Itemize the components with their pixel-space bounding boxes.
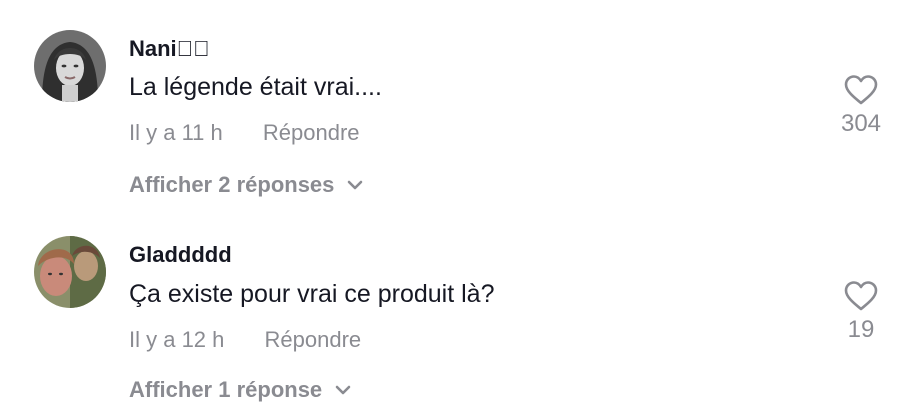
comment-time: Il y a 11 h bbox=[129, 120, 223, 145]
username[interactable]: Gladdddd bbox=[129, 242, 232, 268]
comment-text: Ça existe pour vrai ce produit là? bbox=[129, 280, 495, 308]
reply-button[interactable]: Répondre bbox=[263, 120, 360, 146]
view-replies-label: Afficher 2 réponses bbox=[129, 172, 335, 197]
heart-outline-icon bbox=[844, 75, 878, 105]
comment-meta: Il y a 11 h Répondre bbox=[129, 120, 360, 146]
comment-meta: Il y a 12 h Répondre bbox=[129, 327, 361, 353]
like-button[interactable]: 304 bbox=[821, 74, 901, 138]
heart-outline-icon bbox=[844, 281, 878, 311]
reply-button[interactable]: Répondre bbox=[265, 327, 362, 353]
comment-text: La légende était vrai.... bbox=[129, 73, 382, 101]
username[interactable]: Nani   bbox=[129, 36, 210, 62]
comment-time: Il y a 12 h bbox=[129, 327, 225, 352]
avatar[interactable] bbox=[34, 236, 106, 308]
like-count: 304 bbox=[840, 110, 882, 137]
view-replies-button[interactable]: Afficher 2 réponses bbox=[129, 172, 364, 198]
chevron-down-icon bbox=[346, 179, 364, 191]
view-replies-button[interactable]: Afficher 1 réponse bbox=[129, 377, 352, 403]
avatar-image bbox=[34, 236, 106, 308]
view-replies-label: Afficher 1 réponse bbox=[129, 377, 323, 402]
avatar[interactable] bbox=[34, 30, 106, 102]
like-count: 19 bbox=[847, 316, 875, 343]
like-button[interactable]: 19 bbox=[821, 280, 901, 344]
avatar-image bbox=[34, 30, 106, 102]
chevron-down-icon bbox=[334, 384, 352, 396]
